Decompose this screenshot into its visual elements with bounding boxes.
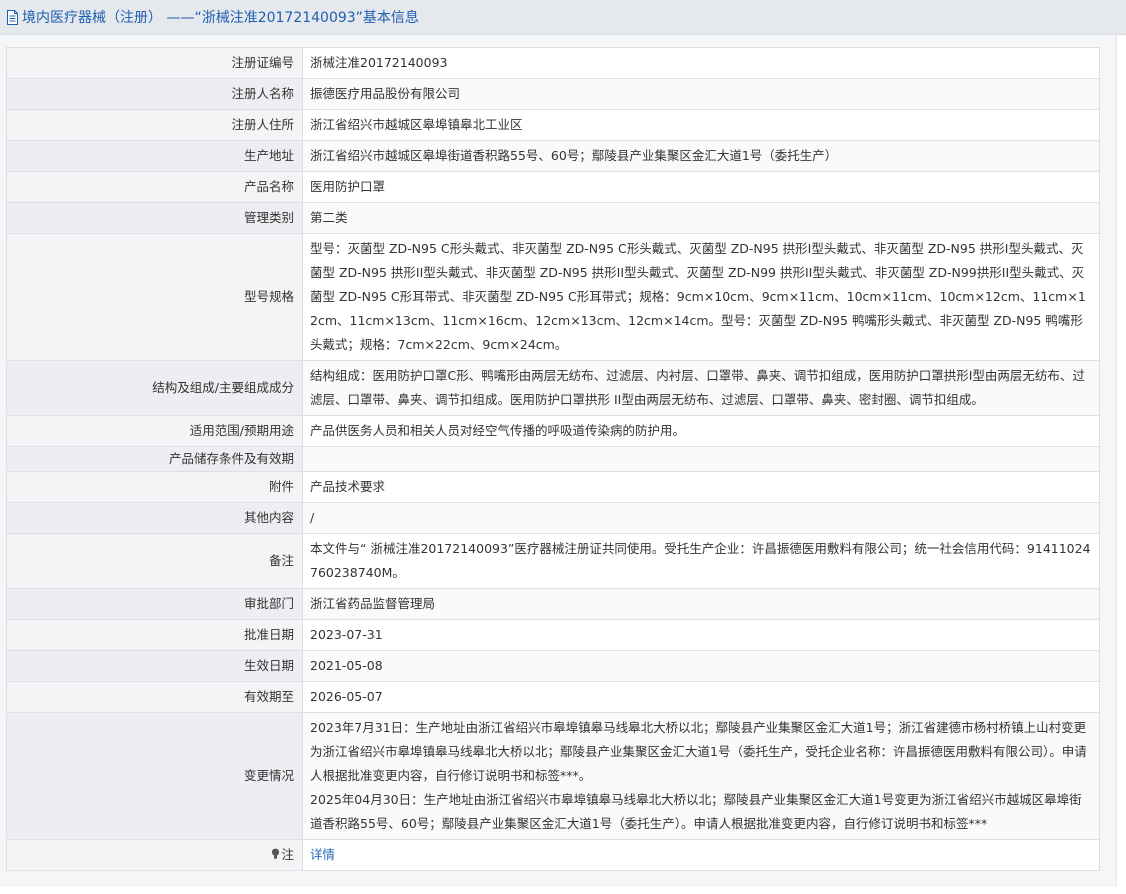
field-label: 生效日期 [6,650,303,682]
field-label: 管理类别 [6,202,303,234]
note-label: 注 [281,847,294,862]
field-label: 适用范围/预期用途 [6,415,303,447]
document-icon [7,9,18,25]
field-value: 浙江省绍兴市越城区皋埠街道香积路55号、60号；鄢陵县产业集聚区金汇大道1号（委… [302,140,1100,172]
field-label: 注册人名称 [6,78,303,110]
field-value: 2023-07-31 [302,619,1100,651]
table-row: 产品储存条件及有效期 [6,446,1100,472]
field-label: 产品储存条件及有效期 [6,446,303,472]
table-row: 附件 产品技术要求 [6,471,1100,503]
field-label: 注册人住所 [6,109,303,141]
table-row: 注册人名称 振德医疗用品股份有限公司 [6,78,1100,110]
content-area: 注册证编号 浙械注准20172140093 注册人名称 振德医疗用品股份有限公司 注册人… [0,35,1117,887]
table-row: 产品名称 医用防护口罩 [6,171,1100,203]
field-value: 浙江省绍兴市越城区皋埠镇皋北工业区 [302,109,1100,141]
field-value: 产品技术要求 [302,471,1100,503]
table-row: 管理类别 第二类 [6,202,1100,234]
field-value [302,446,1100,472]
field-value: 2026-05-07 [302,681,1100,713]
field-label: 批准日期 [6,619,303,651]
info-table: 注册证编号 浙械注准20172140093 注册人名称 振德医疗用品股份有限公司 注册人… [6,47,1100,871]
table-row: 适用范围/预期用途 产品供医务人员和相关人员对经空气传播的呼吸道传染病的防护用。 [6,415,1100,447]
table-row: 其他内容 / [6,502,1100,534]
field-value: 医用防护口罩 [302,171,1100,203]
table-row: 生产地址 浙江省绍兴市越城区皋埠街道香积路55号、60号；鄢陵县产业集聚区金汇大道… [6,140,1100,172]
page-title: 境内医疗器械（注册） ——“浙械注准20172140093”基本信息 [22,10,419,26]
table-row: 审批部门 浙江省药品监督管理局 [6,588,1100,620]
field-label: 产品名称 [6,171,303,203]
field-label: 审批部门 [6,588,303,620]
table-row: 型号规格 型号：灭菌型 ZD-N95 C形头戴式、非灭菌型 ZD-N95 C形头戴… [6,233,1100,361]
field-value: 浙江省药品监督管理局 [302,588,1100,620]
field-value: 本文件与“ 浙械注准20172140093”医疗器械注册证共同使用。受托生产企业… [302,533,1100,589]
page-header: 境内医疗器械（注册） ——“浙械注准20172140093”基本信息 [0,0,1126,35]
field-value: 型号：灭菌型 ZD-N95 C形头戴式、非灭菌型 ZD-N95 C形头戴式、灭菌… [302,233,1100,361]
table-row: 注册证编号 浙械注准20172140093 [6,47,1100,79]
field-value: 第二类 [302,202,1100,234]
field-value: 振德医疗用品股份有限公司 [302,78,1100,110]
bulb-icon [272,848,280,859]
field-label: 变更情况 [6,712,303,840]
field-value: 2023年7月31日：生产地址由浙江省绍兴市皋埠镇皋马线皋北大桥以北；鄢陵县产业… [302,712,1100,840]
table-row-note: 注 详情 [6,839,1100,871]
field-label: 注册证编号 [6,47,303,79]
field-label: 备注 [6,533,303,589]
field-value: 浙械注准20172140093 [302,47,1100,79]
scrollbar[interactable] [1117,35,1126,894]
note-value-cell: 详情 [302,839,1100,871]
field-value: 2021-05-08 [302,650,1100,682]
field-value: 产品供医务人员和相关人员对经空气传播的呼吸道传染病的防护用。 [302,415,1100,447]
field-value: / [302,502,1100,534]
field-label: 型号规格 [6,233,303,361]
table-row: 结构及组成/主要组成成分 结构组成：医用防护口罩C形、鸭嘴形由两层无纺布、过滤层、… [6,360,1100,416]
field-label: 结构及组成/主要组成成分 [6,360,303,416]
field-label: 有效期至 [6,681,303,713]
field-label: 附件 [6,471,303,503]
note-label-cell: 注 [6,839,303,871]
table-row: 有效期至 2026-05-07 [6,681,1100,713]
table-row: 变更情况 2023年7月31日：生产地址由浙江省绍兴市皋埠镇皋马线皋北大桥以北；鄢… [6,712,1100,840]
table-row: 注册人住所 浙江省绍兴市越城区皋埠镇皋北工业区 [6,109,1100,141]
field-label: 其他内容 [6,502,303,534]
field-value: 结构组成：医用防护口罩C形、鸭嘴形由两层无纺布、过滤层、内衬层、口罩带、鼻夹、调… [302,360,1100,416]
table-row: 批准日期 2023-07-31 [6,619,1100,651]
field-label: 生产地址 [6,140,303,172]
details-link[interactable]: 详情 [310,847,335,862]
table-row: 生效日期 2021-05-08 [6,650,1100,682]
table-row: 备注 本文件与“ 浙械注准20172140093”医疗器械注册证共同使用。受托生产… [6,533,1100,589]
